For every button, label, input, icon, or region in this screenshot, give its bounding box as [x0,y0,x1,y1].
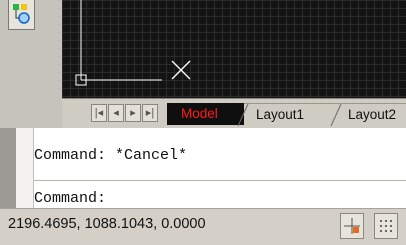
next-tab-button[interactable]: ▸ [125,104,141,122]
last-tab-button[interactable]: ▸| [142,104,158,122]
command-history-line: Command: *Cancel* [34,147,188,164]
coordinate-readout[interactable]: 2196.4695, 1088.1043, 0.0000 [8,216,206,232]
first-tab-icon: |◂ [94,107,104,119]
command-prompt[interactable]: Command: [34,190,106,207]
command-window-grip[interactable] [0,128,16,208]
first-tab-button[interactable]: |◂ [91,104,107,122]
tab-layout2[interactable]: Layout2 [338,103,406,125]
grid-icon [380,220,392,232]
snap-button[interactable] [340,213,364,239]
ucs-crosshair-icon [75,0,191,86]
last-tab-icon: ▸| [145,107,155,119]
prev-tab-button[interactable]: ◂ [108,104,124,122]
tab-model[interactable]: Model [167,103,244,125]
grid-button[interactable] [374,213,398,239]
tab-layout1[interactable]: Layout1 [244,103,338,125]
next-tab-icon: ▸ [130,107,136,119]
drawing-canvas[interactable] [62,0,406,98]
tool-icon [13,4,30,24]
prev-tab-icon: ◂ [113,107,119,119]
command-window-border [16,128,34,208]
snap-icon [344,218,360,234]
command-separator [34,180,406,181]
toolbar-button[interactable] [8,0,35,30]
tab-divider [237,103,249,127]
tab-divider [330,103,342,127]
